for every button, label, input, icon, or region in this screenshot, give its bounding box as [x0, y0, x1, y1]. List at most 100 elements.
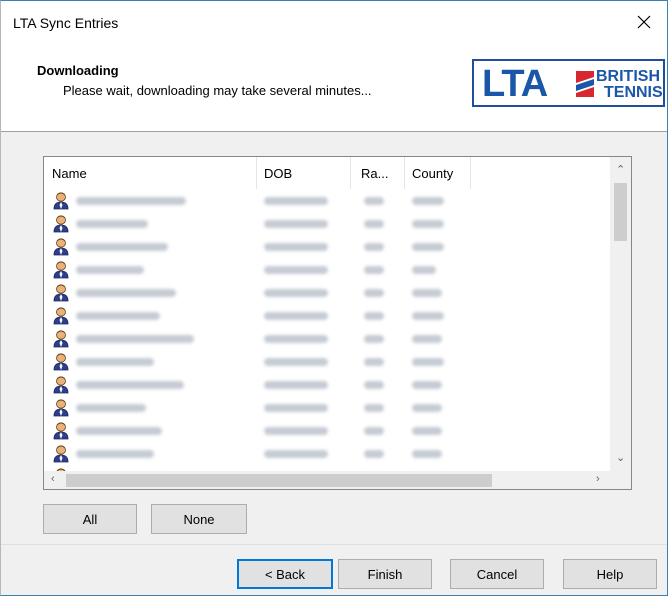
person-icon [53, 261, 69, 279]
column-header-rating[interactable]: Ra... [361, 166, 388, 181]
column-separator[interactable] [350, 157, 351, 189]
footer-divider [1, 544, 667, 545]
select-none-button[interactable]: None [151, 504, 247, 534]
redacted-name [76, 450, 154, 458]
redacted-rating [364, 427, 384, 435]
redacted-rating [364, 381, 384, 389]
redacted-dob [264, 243, 328, 251]
person-icon [53, 284, 69, 302]
list-item[interactable] [44, 419, 610, 442]
redacted-dob [264, 266, 328, 274]
redacted-rating [364, 243, 384, 251]
redacted-dob [264, 427, 328, 435]
list-item[interactable] [44, 281, 610, 304]
logo-lta-text: LTA [482, 63, 548, 105]
redacted-county [412, 197, 444, 205]
vertical-scrollbar[interactable]: ⌃ ⌄ [610, 157, 631, 471]
vertical-scroll-thumb[interactable] [614, 183, 627, 241]
redacted-name [76, 266, 144, 274]
list-item[interactable] [44, 396, 610, 419]
horizontal-scrollbar[interactable]: ‹ › [44, 471, 610, 489]
redacted-dob [264, 381, 328, 389]
list-item[interactable] [44, 189, 610, 212]
redacted-county [412, 243, 444, 251]
redacted-rating [364, 220, 384, 228]
list-item[interactable] [44, 258, 610, 281]
select-all-button[interactable]: All [43, 504, 137, 534]
redacted-dob [264, 289, 328, 297]
person-icon [53, 353, 69, 371]
redacted-name [76, 220, 148, 228]
list-item[interactable] [44, 235, 610, 258]
redacted-name [76, 404, 146, 412]
person-icon [53, 399, 69, 417]
help-button[interactable]: Help [563, 559, 657, 589]
list-item[interactable] [44, 304, 610, 327]
redacted-dob [264, 404, 328, 412]
redacted-rating [364, 312, 384, 320]
redacted-county [412, 427, 442, 435]
redacted-rating [364, 335, 384, 343]
redacted-name [76, 358, 154, 366]
redacted-rating [364, 266, 384, 274]
column-header-county[interactable]: County [412, 166, 453, 181]
redacted-rating [364, 450, 384, 458]
redacted-rating [364, 404, 384, 412]
person-icon [53, 445, 69, 463]
redacted-county [412, 358, 444, 366]
redacted-county [412, 266, 436, 274]
wizard-header: Downloading Please wait, downloading may… [1, 43, 667, 132]
column-separator[interactable] [256, 157, 257, 189]
redacted-name [76, 335, 194, 343]
scroll-down-icon[interactable]: ⌄ [616, 451, 625, 464]
redacted-rating [364, 358, 384, 366]
column-separator[interactable] [470, 157, 471, 189]
header-title: Downloading [37, 63, 119, 78]
redacted-county [412, 220, 444, 228]
column-header-name[interactable]: Name [52, 166, 87, 181]
scrollbar-corner [610, 471, 631, 489]
scroll-up-icon[interactable]: ⌃ [616, 163, 625, 176]
list-item[interactable] [44, 373, 610, 396]
redacted-name [76, 289, 176, 297]
scroll-right-icon[interactable]: › [596, 473, 600, 485]
redacted-name [76, 381, 184, 389]
list-item[interactable] [44, 212, 610, 235]
scroll-left-icon[interactable]: ‹ [51, 473, 55, 485]
redacted-dob [264, 220, 328, 228]
redacted-dob [264, 335, 328, 343]
back-button[interactable]: < Back [237, 559, 333, 589]
redacted-county [412, 381, 442, 389]
dialog-window: LTA Sync Entries Downloading Please wait… [0, 0, 668, 596]
horizontal-scroll-thumb[interactable] [66, 474, 492, 487]
cancel-button[interactable]: Cancel [450, 559, 544, 589]
finish-button[interactable]: Finish [338, 559, 432, 589]
redacted-county [412, 312, 444, 320]
redacted-county [412, 404, 442, 412]
redacted-dob [264, 450, 328, 458]
person-icon [53, 330, 69, 348]
list-rows [44, 189, 610, 471]
logo-tennis-text: TENNIS [604, 84, 663, 101]
person-icon [53, 307, 69, 325]
close-button[interactable] [621, 1, 667, 43]
redacted-dob [264, 312, 328, 320]
close-icon [637, 15, 651, 29]
person-icon [53, 422, 69, 440]
redacted-rating [364, 197, 384, 205]
list-item[interactable] [44, 350, 610, 373]
person-icon [53, 376, 69, 394]
list-header: Name DOB Ra... County [44, 157, 610, 189]
redacted-dob [264, 358, 328, 366]
redacted-dob [264, 197, 328, 205]
lta-logo: LTA BRITISH TENNIS [472, 59, 665, 107]
list-item[interactable] [44, 327, 610, 350]
person-icon [53, 215, 69, 233]
list-item[interactable] [44, 442, 610, 465]
union-flag-icon [576, 71, 594, 97]
column-header-dob[interactable]: DOB [264, 166, 292, 181]
entries-list[interactable]: Name DOB Ra... County ⌃ ⌄ ‹ › [43, 156, 632, 490]
column-separator[interactable] [404, 157, 405, 189]
person-icon [53, 192, 69, 210]
person-icon [53, 238, 69, 256]
